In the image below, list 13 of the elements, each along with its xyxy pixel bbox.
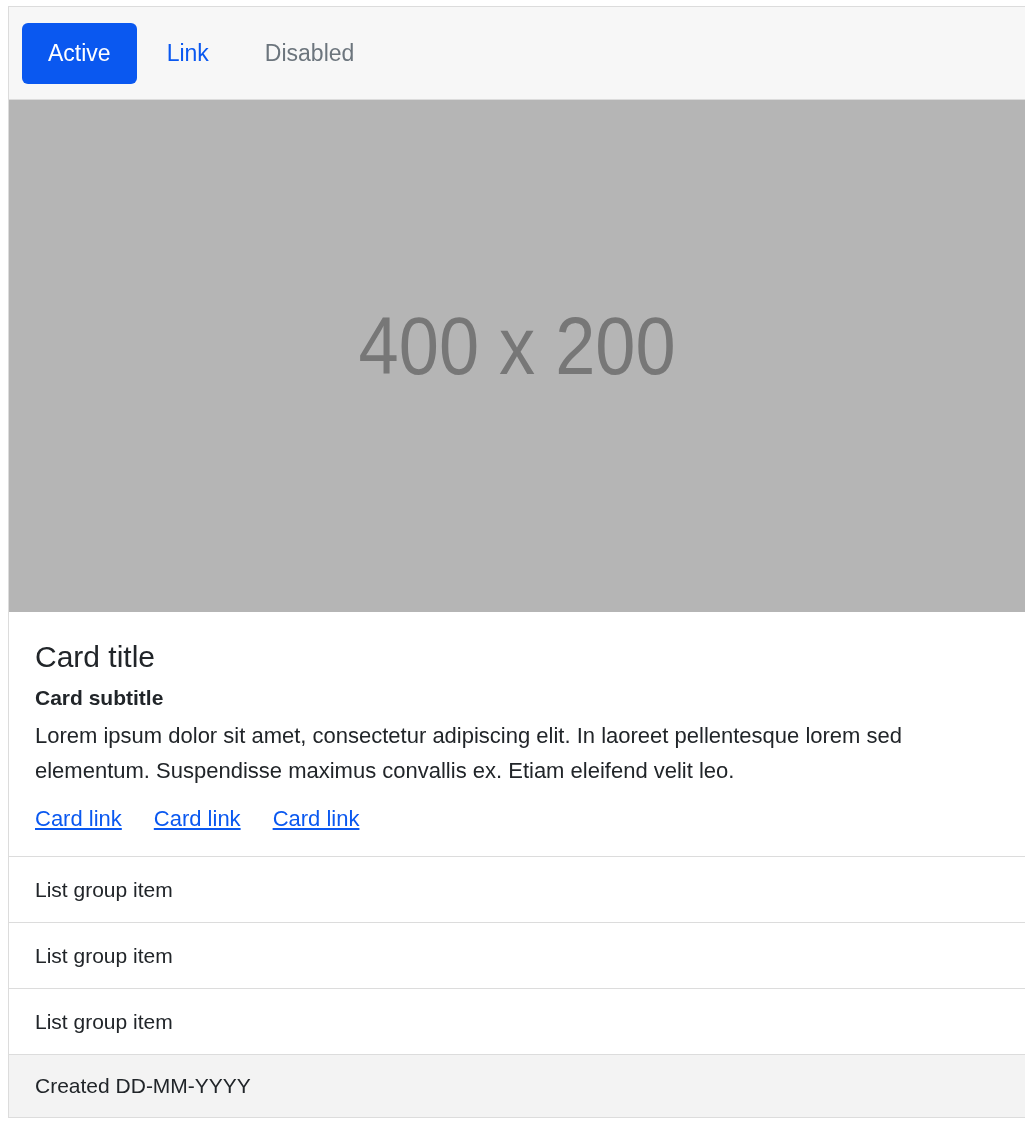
card-subtitle: Card subtitle [35, 686, 165, 710]
list-item-text: List group item [35, 1009, 173, 1034]
image-placeholder-label: 400 x 200 [358, 299, 676, 393]
card-title: Card title [35, 640, 157, 674]
nav-tab[interactable]: Active [22, 22, 137, 84]
card-link[interactable]: Card link [153, 806, 241, 832]
card-text: Lorem ipsum dolor sit amet, consectetur adipiscing elit. In laoreet pellentesque lorem sed elementum. Suspendisse maximus convallis ex. Etiam eleifend velit leo. [35, 722, 903, 785]
card-link[interactable]: Card link [35, 806, 122, 832]
nav-tab[interactable]: Link [140, 22, 235, 84]
list-item-text: List group item [35, 943, 173, 968]
footer-text: Created DD-MM-YYYY [35, 1074, 251, 1098]
card-link[interactable]: Card link [272, 806, 360, 832]
list-item-text: List group item [35, 877, 173, 902]
